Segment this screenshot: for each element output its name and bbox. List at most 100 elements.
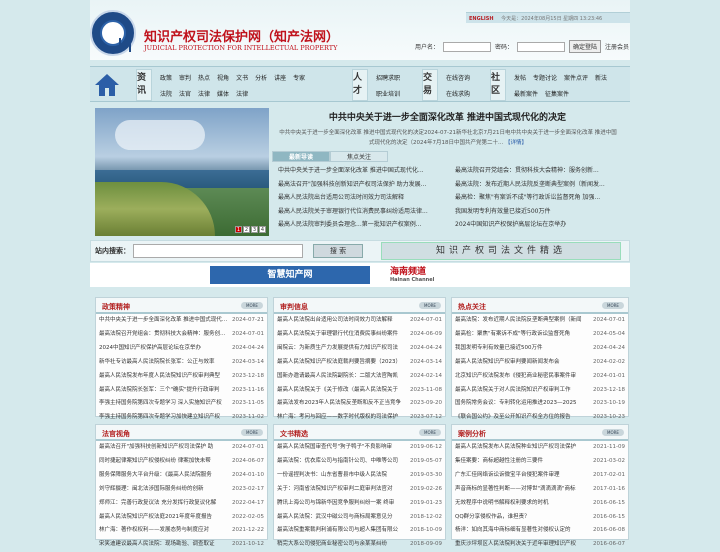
- article-title[interactable]: 最高法院：优衣库公司与指南针公司、中唯等公司: [277, 455, 407, 469]
- article-title[interactable]: 郑师江：完善行政复议法 充分发挥行政复议化解: [99, 497, 229, 511]
- list-item[interactable]: 最高人民法院知识产权法庭裁判要旨摘要（2023） 2024-03-14: [274, 356, 445, 370]
- more-button[interactable]: MORE: [419, 429, 441, 436]
- list-item[interactable]: 2024中国知识产权保护高层论坛在京举办 2024-04-24: [96, 342, 267, 356]
- password-input[interactable]: [517, 41, 566, 52]
- list-item[interactable]: 最高法召开"加强科技创新知识产权司法保护 助力发展...: [278, 178, 450, 192]
- nav-category-news[interactable]: 资讯: [136, 69, 152, 101]
- article-title[interactable]: 最高人民法院知识产权法庭裁判要旨摘要（2023）: [277, 356, 407, 370]
- article-title[interactable]: 最高人民法院发布年度人民法院知识产权审判典型: [99, 370, 229, 384]
- nav-link[interactable]: 在线求购: [446, 91, 470, 98]
- article-title[interactable]: 最高人民法院出台适用公司法时间效力司法解释: [277, 314, 407, 328]
- article-title[interactable]: 最高检：聚焦"有案诉不成"等行政诉讼监督死角: [455, 328, 590, 342]
- list-item[interactable]: 中共中央关于进一步全面深化改革 推进中国式现代化...: [278, 164, 450, 178]
- tab-latest[interactable]: 最新导读: [272, 151, 330, 162]
- article-title[interactable]: 最高人民法院知识产权审判要闻新闻发布会: [455, 356, 590, 370]
- list-item[interactable]: 腾讯上海公司与锦新华因竞争服判纠纷一案 终审 2019-01-23: [274, 497, 445, 511]
- article-title[interactable]: 服务保障服务大平台升级：《最高人民法院服务: [99, 469, 229, 483]
- search-input[interactable]: [133, 244, 303, 258]
- article-title[interactable]: 广东汇佳网络诉讼诉微宝平台侵犯案件审理: [455, 469, 590, 483]
- nav-link[interactable]: 政策: [160, 75, 172, 82]
- nav-link[interactable]: 法官: [179, 91, 191, 98]
- article-title[interactable]: 最高人民法院：武汉中磁公司与商标局案意见分: [277, 511, 407, 525]
- list-item[interactable]: 最高人民法院关于审理银行代位消费民事纠纷案件 2024-06-09: [274, 328, 445, 342]
- article-title[interactable]: 同时捷起律案知识产权侵权纠纷 律案加快未帮: [99, 455, 229, 469]
- list-item[interactable]: 最高检：聚焦"有案诉不成"等行政诉讼监督死角 2024-05-04: [452, 328, 628, 342]
- list-item[interactable]: 刘守辉摄理：闽北法涉国际服务纠纷的创新 2023-02-17: [96, 483, 267, 497]
- slide-page-button[interactable]: 1: [235, 226, 242, 233]
- article-title[interactable]: 刘守辉摄理：闽北法涉国际服务纠纷的创新: [99, 483, 229, 497]
- more-button[interactable]: MORE: [602, 429, 624, 436]
- list-item[interactable]: 服务保障服务大平台升级：《最高人民法院服务 2024-01-10: [96, 469, 267, 483]
- article-title[interactable]: 集佳案要：商标超越性注册的三要件: [455, 455, 590, 469]
- article-title[interactable]: 最高法召开"加强科技创新知识产权司法保护 助: [99, 441, 229, 455]
- article-title[interactable]: 闽院云：为新质生产力发展提供有力知识产权司法: [277, 342, 407, 356]
- nav-link[interactable]: 职业培训: [376, 91, 400, 98]
- list-item[interactable]: 我国发明专利有效量已接近500万件 2024-04-24: [452, 342, 628, 356]
- nav-category-community[interactable]: 社区: [490, 69, 506, 101]
- article-title[interactable]: 李强主持国务院第四次专题学习 深入实施知识产权: [99, 397, 229, 411]
- list-item[interactable]: 最高人民法院发布年度人民法院知识产权审判典型 2023-12-18: [96, 370, 267, 384]
- nav-link[interactable]: 最新案件: [514, 91, 538, 98]
- list-item[interactable]: 中共中央关于进一步全面深化改革 推进中国式现代化的决定2024-07-21: [96, 314, 267, 328]
- article-title[interactable]: 林广海：著作权权利——发展态势与制度应对: [99, 524, 229, 538]
- list-item[interactable]: 关于：河南省法院知识产权审判二庭审判法官对 2019-02-26: [274, 483, 445, 497]
- list-item[interactable]: QQ群分享侵权作品，谁担责？ 2016-06-15: [452, 511, 628, 525]
- register-link[interactable]: 注册会员: [605, 42, 629, 51]
- tab-focus[interactable]: 焦点关注: [330, 151, 388, 162]
- list-item[interactable]: 2024中国知识产权保护高层论坛在京举办: [455, 218, 623, 232]
- list-item[interactable]: 最高法院重案裁判利浦有限公司与超人集团有限公 2018-10-09: [274, 524, 445, 538]
- article-title[interactable]: 国新办邀请最高人民法院副院长：二版大法官陶凯: [277, 370, 407, 384]
- list-item[interactable]: 新华社专访最高人民法院院长张军：公正与效率 2024-03-14: [96, 356, 267, 370]
- list-item[interactable]: 最高法院：优衣库公司与指南针公司、中唯等公司 2019-05-07: [274, 455, 445, 469]
- list-item[interactable]: 李强主持国务院第四次专题学习 深入实施知识产权 2023-11-05: [96, 397, 267, 411]
- list-item[interactable]: 稍完大系公司侵犯商业秘密公司与余某某纠纷 2018-09-09: [274, 538, 445, 552]
- article-title[interactable]: 最高法院重案裁判利浦有限公司与超人集团有限公: [277, 524, 407, 538]
- nav-link[interactable]: 法律: [236, 91, 248, 98]
- list-item[interactable]: 最高人民法院审判委员会理念...第一批知识产权案例...: [278, 218, 450, 232]
- nav-link[interactable]: 视角: [217, 75, 229, 82]
- list-item[interactable]: 最高人民法院出台适用公司法时间效力司法解释: [278, 191, 450, 205]
- court-emblem-logo[interactable]: [90, 10, 136, 56]
- list-item[interactable]: 最高法院召开党组会：贯彻科技大会精神：服务创新...: [455, 164, 623, 178]
- list-item[interactable]: 最高法发布2023年人民法院反垄断和反不正当竞争 2023-09-20: [274, 397, 445, 411]
- more-button[interactable]: MORE: [241, 302, 263, 309]
- list-item[interactable]: 最高法院：发布近期人民法院反垄断典型案例（新闻发...: [455, 178, 623, 192]
- article-title[interactable]: 最高人民法院关于审理银行代位消费民事纠纷案件: [277, 328, 407, 342]
- nav-link[interactable]: 讲座: [274, 75, 286, 82]
- article-title[interactable]: 关于：河南省法院知识产权审判二庭审判法官对: [277, 483, 407, 497]
- nav-link[interactable]: 法律: [198, 91, 210, 98]
- list-item[interactable]: 闽院云：为新质生产力发展提供有力知识产权司法 2024-04-24: [274, 342, 445, 356]
- nav-link[interactable]: 媒体: [217, 91, 229, 98]
- list-item[interactable]: 国务院常务会议：专利转化运用推进2023—2025 2023-10-19: [452, 397, 628, 411]
- nav-category-talent[interactable]: 人才: [352, 69, 368, 101]
- list-item[interactable]: 广东汇佳网络诉讼诉微宝平台侵犯案件审理 2017-02-01: [452, 469, 628, 483]
- list-item[interactable]: 同时捷起律案知识产权侵权纠纷 律案加快未帮 2024-06-07: [96, 455, 267, 469]
- judicial-documents-banner[interactable]: 知识产权司法文件精选: [381, 242, 621, 260]
- article-title[interactable]: 最高法院：发布近期人民法院反垄断典型案例（新闻: [455, 314, 590, 328]
- article-title[interactable]: 稍完大系公司侵犯商业秘密公司与余某某纠纷: [277, 538, 407, 552]
- article-title[interactable]: 最高人民法院知识产权法庭2021年度年度报告: [99, 511, 229, 525]
- nav-link[interactable]: 在线咨询: [446, 75, 470, 82]
- article-title[interactable]: 无效程序中说明书解释权利要求的时机: [455, 497, 590, 511]
- nav-link[interactable]: 发帖: [514, 75, 526, 82]
- list-item[interactable]: 杨洋：如向其海中商标细有显著性对侵权认定的 2016-06-08: [452, 524, 628, 538]
- list-item[interactable]: 一份谣捏判决书：山东省曹县市中级人民法院 2019-03-30: [274, 469, 445, 483]
- article-title[interactable]: 中共中央关于进一步全面深化改革 推进中国式现代化的决定: [99, 314, 229, 328]
- list-item[interactable]: 声音商标的显著性判断——对博世"滴滴滴滴"商标 2017-01-16: [452, 483, 628, 497]
- login-button[interactable]: 确定登陆: [569, 40, 602, 53]
- article-title[interactable]: 一份谣捏判决书：山东省曹县市中级人民法院: [277, 469, 407, 483]
- list-item[interactable]: 国新办邀请最高人民法院副院长：二版大法官陶凯 2024-02-14: [274, 370, 445, 384]
- nav-link[interactable]: 招聘求职: [376, 75, 400, 82]
- more-button[interactable]: MORE: [419, 302, 441, 309]
- slide-page-button[interactable]: 4: [259, 226, 266, 233]
- ad-smart-ip[interactable]: 智慧知产网: [210, 266, 370, 284]
- list-item[interactable]: 林广海：著作权权利——发展态势与制度应对 2021-12-22: [96, 524, 267, 538]
- slide-page-button[interactable]: 3: [251, 226, 258, 233]
- search-button[interactable]: 搜 索: [313, 244, 363, 258]
- article-title[interactable]: 腾讯上海公司与锦新华因竞争服判纠纷一案 终审: [277, 497, 407, 511]
- article-title[interactable]: QQ群分享侵权作品，谁担责？: [455, 511, 590, 525]
- list-item[interactable]: 最高人民法院关于审理银行代位消费民事纠纷适用法律...: [278, 205, 450, 219]
- more-button[interactable]: MORE: [602, 302, 624, 309]
- nav-link[interactable]: 审判: [179, 75, 191, 82]
- nav-link[interactable]: 文书: [236, 75, 248, 82]
